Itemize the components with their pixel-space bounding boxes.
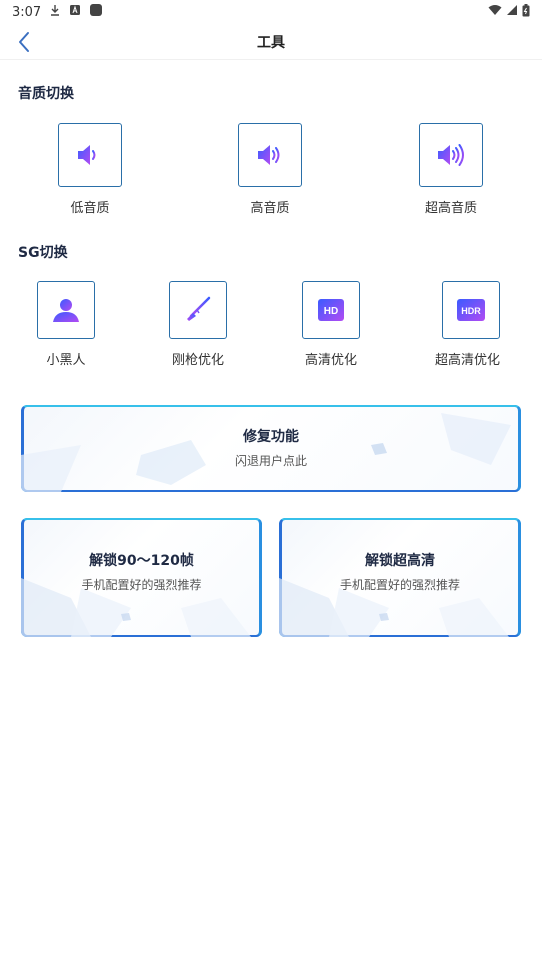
tile-hd-optimize[interactable]: HD 高清优化 (302, 281, 360, 368)
tile-high-quality[interactable]: 高音质 (238, 123, 302, 216)
unlock-uhd-card-title: 解锁超高清 (365, 553, 435, 569)
hd-icon: HD (318, 299, 344, 321)
unlock-fps-card-subtitle: 手机配置好的强烈推荐 (81, 578, 202, 592)
download-icon (49, 4, 61, 20)
speaker-high-icon (438, 144, 464, 166)
unlock-uhd-card[interactable]: 解锁超高清 手机配置好的强烈推荐 (279, 518, 521, 637)
battery-icon (522, 3, 530, 21)
back-button[interactable] (12, 28, 36, 56)
unlock-uhd-card-subtitle: 手机配置好的强烈推荐 (339, 578, 460, 592)
sg-section-title: SG切换 (18, 245, 68, 261)
tile-low-quality[interactable]: 低音质 (58, 123, 122, 216)
tile-uhd-optimize-box: HDR (441, 281, 500, 339)
tile-high-quality-box (238, 123, 302, 187)
tile-hd-optimize-box: HD (302, 281, 360, 339)
wifi-icon (488, 4, 502, 20)
tile-little-black-man[interactable]: 小黑人 (37, 281, 95, 368)
tile-gun-optimize-label: 刚枪优化 (171, 353, 224, 368)
hd-badge-text: HD (324, 306, 338, 317)
hdr-icon: HDR (456, 299, 485, 321)
unlock-fps-card[interactable]: 解锁90～120帧 手机配置好的强烈推荐 (21, 518, 262, 637)
tile-little-black-man-box (37, 281, 95, 339)
tile-gun-optimize-box (169, 281, 227, 339)
signal-icon (506, 4, 518, 20)
card-background-decoration (21, 413, 511, 492)
page-title: 工具 (257, 34, 285, 51)
tile-ultra-quality-label: 超高音质 (424, 201, 477, 216)
status-bar-left: 3:07 (12, 3, 103, 21)
chevron-left-icon (19, 32, 29, 52)
tile-low-quality-box (58, 123, 122, 187)
speaker-medium-icon (258, 145, 280, 165)
sound-section-title: 音质切换 (18, 86, 74, 102)
status-time: 3:07 (12, 4, 42, 20)
rifle-icon (187, 296, 211, 321)
tile-gun-optimize[interactable]: 刚枪优化 (169, 281, 227, 368)
app-notification-icon (69, 4, 81, 20)
tile-hd-optimize-label: 高清优化 (304, 353, 357, 368)
hdr-badge-text: HDR (461, 306, 481, 316)
unlock-fps-card-title: 解锁90～120帧 (89, 553, 194, 569)
speaker-low-icon (78, 145, 96, 165)
app-header: 工具 (0, 24, 542, 60)
repair-card-subtitle: 闪退用户点此 (234, 454, 307, 468)
tile-uhd-optimize-label: 超高清优化 (435, 353, 501, 368)
tile-ultra-quality-box (419, 123, 483, 187)
tile-low-quality-label: 低音质 (70, 201, 110, 216)
repair-card[interactable]: 修复功能 闪退用户点此 (21, 405, 521, 492)
tile-little-black-man-label: 小黑人 (46, 353, 86, 368)
status-bar-right (488, 3, 530, 21)
status-bar: 3:07 (0, 0, 542, 24)
tile-ultra-quality[interactable]: 超高音质 (419, 123, 483, 216)
square-notification-icon (89, 3, 103, 21)
tile-uhd-optimize[interactable]: HDR 超高清优化 (435, 281, 500, 368)
tile-high-quality-label: 高音质 (250, 201, 290, 216)
repair-card-title: 修复功能 (243, 429, 299, 445)
person-icon (53, 299, 79, 322)
